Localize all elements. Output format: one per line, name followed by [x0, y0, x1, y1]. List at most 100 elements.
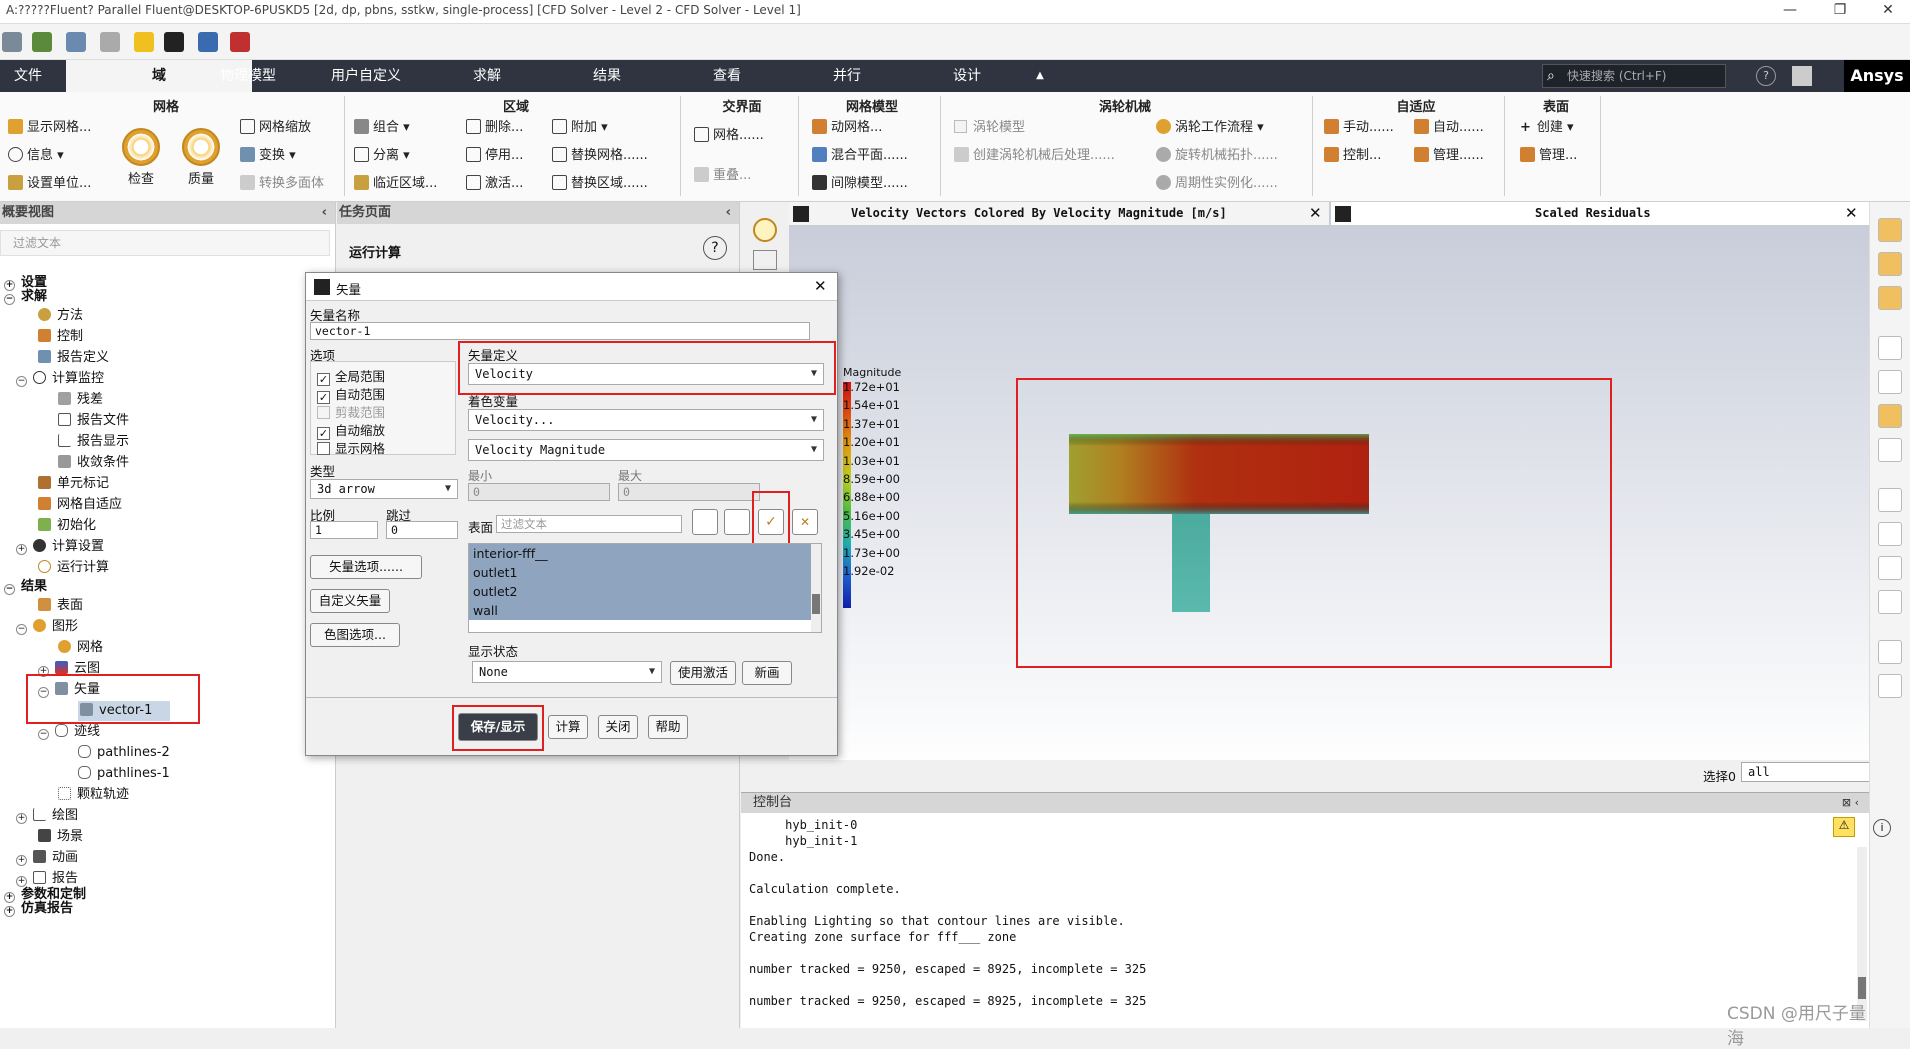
ruler-icon[interactable]	[1878, 522, 1902, 546]
type-dropdown[interactable]: 3d arrow ▼	[310, 479, 458, 499]
quick-search-input[interactable]: ⌕ 快速搜索 (Ctrl+F)	[1542, 64, 1726, 88]
lightning-icon[interactable]	[134, 32, 154, 52]
option-clip-range[interactable]: 剪裁范围	[317, 402, 385, 421]
skip-input[interactable]: 0	[386, 521, 458, 539]
transform-button[interactable]: 变换 ▾	[240, 146, 296, 166]
mesh-scale-button[interactable]: 网格缩放	[240, 118, 311, 138]
tree-pathlines-1[interactable]: pathlines-1	[78, 764, 170, 784]
undo-view-icon[interactable]	[1878, 438, 1902, 462]
delete-zone-button[interactable]: 删除...	[466, 118, 523, 138]
tab-view[interactable]: 查看	[692, 60, 762, 92]
tree-monitors[interactable]: − 计算监控	[16, 369, 104, 389]
tree-report-plots[interactable]: 报告显示	[58, 432, 129, 452]
adapt-manage-button[interactable]: 管理......	[1414, 146, 1484, 166]
graphics-tab-residuals[interactable]: Scaled Residuals ✕	[1331, 202, 1869, 226]
combine-button[interactable]: 组合 ▾	[354, 118, 410, 138]
tree-cell-registers[interactable]: 单元标记	[38, 474, 109, 494]
tree-pathlines[interactable]: − 迹线	[38, 722, 100, 742]
tree-graphics[interactable]: − 图形	[16, 617, 78, 637]
max-input[interactable]: 0	[618, 483, 760, 501]
display-mesh-button[interactable]: 显示网格...	[8, 118, 91, 138]
color-by-sub-dropdown[interactable]: Velocity Magnitude ▼	[468, 439, 824, 461]
collapse-task-icon[interactable]: ‹	[726, 202, 731, 224]
set-units-button[interactable]: 设置单位...	[8, 174, 91, 194]
scale-input[interactable]: 1	[310, 521, 378, 539]
adapt-manual-button[interactable]: 手动......	[1324, 118, 1394, 138]
tab-results[interactable]: 结果	[572, 60, 642, 92]
read-case-icon[interactable]	[32, 32, 52, 52]
convert-polyhedra-button[interactable]: 转换多面体	[240, 174, 324, 194]
tree-controls[interactable]: 控制	[38, 327, 83, 347]
surface-list-scrollbar[interactable]	[811, 544, 821, 632]
append-button[interactable]: 附加 ▾	[552, 118, 608, 138]
tree-animations[interactable]: + 动画	[16, 848, 78, 868]
activate-button[interactable]: 激活...	[466, 174, 523, 194]
tree-solution[interactable]: − 求解	[4, 290, 47, 305]
tree-mesh-adaption[interactable]: 网格自适应	[38, 495, 122, 515]
surface-list[interactable]: interior-fff__ outlet1 outlet2 wall	[468, 543, 822, 633]
turbo-post-button[interactable]: 创建涡轮机械后处理......	[954, 146, 1115, 166]
new-state-button[interactable]: 新画	[742, 661, 792, 685]
tab-physics[interactable]: 物理模型	[202, 60, 294, 92]
tree-plots[interactable]: + 绘图	[16, 806, 78, 826]
console-scrollbar[interactable]	[1857, 847, 1867, 1021]
select-surfaces-icon[interactable]	[692, 509, 718, 535]
tree-particle-tracks[interactable]: 颗粒轨迹	[58, 785, 129, 805]
write-case-icon[interactable]	[66, 32, 86, 52]
task-help-icon[interactable]: ?	[703, 236, 727, 260]
surface-item[interactable]: interior-fff__	[473, 546, 548, 561]
close-button[interactable]: 关闭	[598, 715, 638, 739]
compute-button[interactable]: 计算	[548, 715, 588, 739]
check-button[interactable]: 检查	[128, 170, 154, 190]
surface-item[interactable]: outlet1	[473, 565, 518, 580]
tree-graphics-mesh[interactable]: 网格	[58, 638, 103, 658]
surface-create-button[interactable]: + 创建 ▾	[1520, 118, 1574, 138]
tree-run-calculation[interactable]: 运行计算	[38, 558, 109, 578]
option-global-range[interactable]: ✓ 全局范围	[317, 366, 385, 386]
copy-icon[interactable]	[1878, 640, 1902, 664]
dialog-close-icon[interactable]: ✕	[814, 277, 827, 295]
layout-icon[interactable]	[1792, 66, 1812, 86]
separate-button[interactable]: 分离 ▾	[354, 146, 410, 166]
collapse-outline-icon[interactable]: ‹	[322, 202, 327, 224]
tree-report-files[interactable]: 报告文件	[58, 411, 129, 431]
tree-convergence[interactable]: 收敛条件	[58, 453, 129, 473]
surface-item[interactable]: wall	[473, 603, 498, 618]
overlap-button[interactable]: 重叠...	[694, 166, 751, 186]
tree-sim-report[interactable]: + 仿真报告	[4, 902, 73, 917]
use-active-button[interactable]: 使用激活	[670, 661, 736, 685]
graphics-tab-vectors[interactable]: Velocity Vectors Colored By Velocity Mag…	[789, 202, 1329, 226]
filter-list-icon[interactable]	[724, 509, 750, 535]
help-button[interactable]: 帮助	[648, 715, 688, 739]
zoom-icon[interactable]	[1878, 286, 1902, 310]
mixing-plane-button[interactable]: 混合平面......	[812, 146, 908, 166]
option-draw-mesh[interactable]: 显示网格	[317, 438, 385, 457]
reset-icon[interactable]	[100, 32, 120, 52]
outline-filter-input[interactable]: 过滤文本	[0, 230, 330, 256]
deselect-all-icon[interactable]: ✕	[792, 509, 818, 535]
replace-mesh-button[interactable]: 替换网格......	[552, 146, 648, 166]
surface-item[interactable]: outlet2	[473, 584, 518, 599]
color-by-dropdown[interactable]: Velocity... ▼	[468, 409, 824, 431]
tree-pathlines-2[interactable]: pathlines-2	[78, 743, 170, 763]
remote-icon[interactable]	[198, 32, 218, 52]
console-controls-icon[interactable]: ⊠ ‹	[1842, 793, 1859, 813]
turbo-workflow-button[interactable]: 涡轮工作流程 ▾	[1156, 118, 1264, 138]
workbench-icon[interactable]	[164, 32, 184, 52]
snapshot-icon[interactable]	[1878, 674, 1902, 698]
collapse-ribbon-icon[interactable]: ▲	[1030, 60, 1050, 92]
tree-results[interactable]: − 结果	[4, 579, 47, 595]
surface-filter-input[interactable]: 过滤文本	[496, 515, 682, 533]
axes-icon[interactable]	[1878, 488, 1902, 512]
vector-name-input[interactable]: vector-1	[310, 322, 810, 340]
tree-residuals[interactable]: 残差	[58, 390, 103, 410]
min-input[interactable]: 0	[468, 483, 610, 501]
mesh-info-button[interactable]: 信息 ▾	[8, 146, 64, 166]
option-draw-mesh-checkbox[interactable]	[317, 442, 330, 455]
window-icon[interactable]	[753, 250, 777, 270]
turbo-topology-button[interactable]: 旋转机械拓扑......	[1156, 146, 1278, 166]
adapt-control-button[interactable]: 控制...	[1324, 146, 1381, 166]
rotate-icon[interactable]	[1878, 218, 1902, 242]
graphics-window[interactable]: Velocity Vectors Colored By Velocity Mag…	[789, 202, 1869, 772]
adapt-auto-button[interactable]: 自动......	[1414, 118, 1484, 138]
